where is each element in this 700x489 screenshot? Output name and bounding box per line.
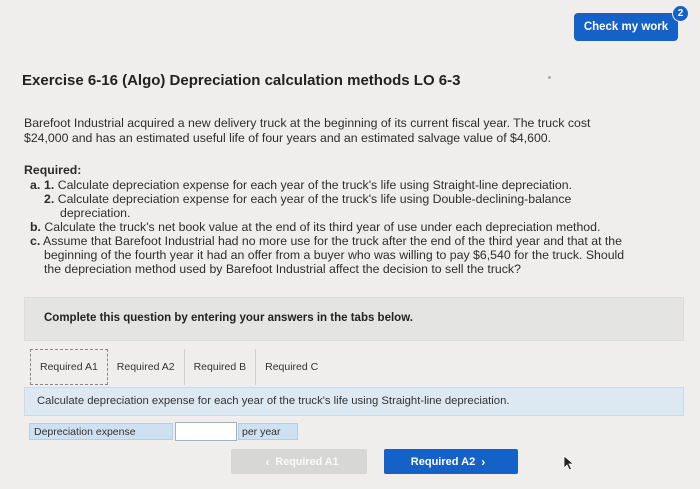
required-heading: Required: — [24, 163, 82, 177]
prev-button-label: Required A1 — [275, 455, 339, 468]
decorative-dot — [548, 76, 551, 79]
tab-required-a2[interactable]: Required A2 — [108, 349, 185, 385]
required-b-marker: b. — [30, 220, 41, 234]
required-a1-text: Calculate depreciation expense for each … — [57, 178, 573, 192]
required-a2-text: Calculate depreciation expense for each … — [57, 192, 572, 206]
attempts-badge: 2 — [672, 5, 689, 22]
required-b-text: Calculate the truck's net book value at … — [44, 220, 601, 234]
depreciation-expense-input[interactable] — [175, 422, 237, 441]
next-button-label: Required A2 — [410, 455, 476, 468]
tab-label: Required C — [265, 361, 319, 373]
required-c-marker: c. — [30, 234, 41, 248]
per-year-label: per year — [238, 423, 298, 440]
required-a-marker: a. — [30, 178, 41, 192]
mouse-cursor-icon — [563, 455, 575, 471]
required-tabs: Required A1 Required A2 Required B Requi… — [30, 349, 327, 385]
chevron-left-icon: ‹ — [265, 454, 270, 469]
chevron-right-icon: › — [481, 454, 486, 469]
intro-line: Barefoot Industrial acquired a new deliv… — [24, 116, 591, 130]
required-c-text-cont: the depreciation method used by Barefoot… — [44, 262, 521, 276]
exercise-intro: Barefoot Industrial acquired a new deliv… — [24, 116, 644, 146]
depreciation-expense-label: Depreciation expense — [29, 423, 173, 440]
prev-required-a1-button[interactable]: ‹ Required A1 — [231, 449, 367, 474]
check-my-work-label: Check my work — [583, 21, 669, 33]
tab-required-a1[interactable]: Required A1 — [30, 349, 108, 385]
check-my-work-button[interactable]: Check my work — [574, 13, 678, 41]
required-a1-marker: 1. — [44, 178, 55, 192]
instruction-text: Calculate depreciation expense for each … — [37, 395, 510, 407]
required-c-item: c. Assume that Barefoot Industrial had n… — [30, 234, 622, 249]
next-required-a2-button[interactable]: Required A2 › — [384, 449, 518, 474]
required-a1-item: 1. Calculate depreciation expense for ea… — [44, 178, 572, 193]
required-a2-text-cont: depreciation. — [60, 206, 131, 220]
required-c-text: Assume that Barefoot Industrial had no m… — [43, 234, 622, 248]
required-a2-marker: 2. — [44, 192, 55, 206]
intro-line: $24,000 and has an estimated useful life… — [24, 131, 552, 145]
complete-question-text: Complete this question by entering your … — [44, 312, 413, 324]
tab-label: Required A1 — [40, 361, 98, 373]
tab-required-b[interactable]: Required B — [185, 349, 257, 385]
exercise-title: Exercise 6-16 (Algo) Depreciation calcul… — [22, 72, 461, 89]
tab-label: Required A2 — [116, 361, 175, 373]
required-b-item: b. Calculate the truck's net book value … — [30, 220, 600, 235]
required-c-text-cont: beginning of the fourth year it had an o… — [44, 248, 625, 262]
tab-required-c[interactable]: Required C — [256, 349, 327, 385]
tab-label: Required B — [193, 361, 247, 373]
required-a2-item: 2. Calculate depreciation expense for ea… — [44, 192, 571, 207]
